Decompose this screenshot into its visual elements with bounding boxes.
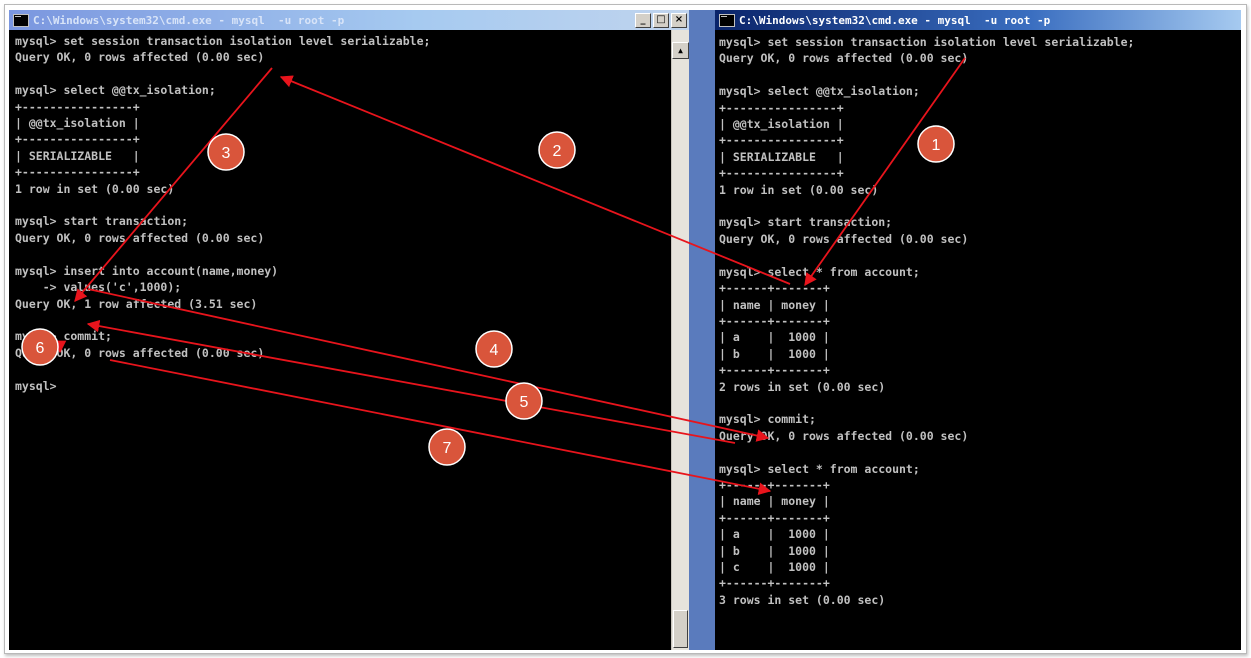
svg-text:1: 1 <box>932 137 941 154</box>
step-badge-1: 1 <box>917 125 955 163</box>
svg-text:4: 4 <box>490 342 499 359</box>
svg-text:2: 2 <box>553 143 562 160</box>
step-badge-3: 3 <box>207 133 245 171</box>
step-badge-6: 6 <box>21 328 59 366</box>
arrow-step-5 <box>86 319 736 444</box>
arrow-step-2 <box>279 75 791 285</box>
arrow-step-3 <box>74 67 273 302</box>
arrow-step-7 <box>109 359 772 495</box>
svg-text:3: 3 <box>222 145 231 162</box>
svg-text:7: 7 <box>443 440 452 457</box>
arrow-step-4 <box>87 288 770 442</box>
step-badge-2: 2 <box>538 131 576 169</box>
step-badge-5: 5 <box>505 382 543 420</box>
step-badge-7: 7 <box>428 428 466 466</box>
arrow-step-1 <box>804 57 966 287</box>
svg-text:5: 5 <box>520 394 529 411</box>
step-badge-4: 4 <box>475 330 513 368</box>
annotation-overlay: 1 2 3 4 5 6 7 <box>21 57 966 495</box>
svg-text:6: 6 <box>36 340 45 357</box>
